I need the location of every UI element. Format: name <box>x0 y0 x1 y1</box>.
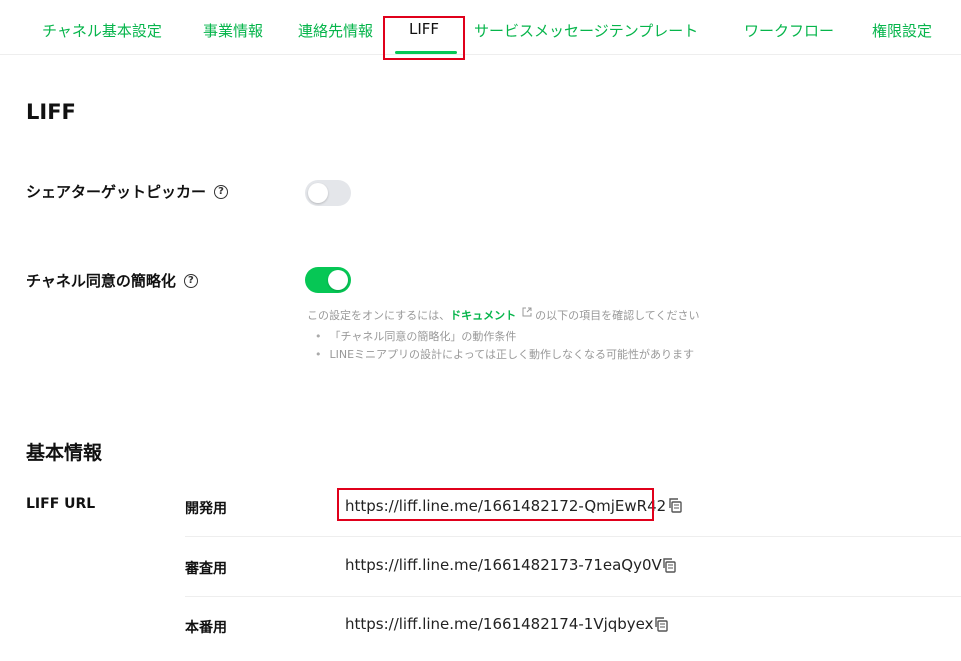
channel-consent-text: チャネル同意の簡略化 <box>26 272 176 290</box>
hint-suffix: の以下の項目を確認してください <box>535 309 700 322</box>
review-url: https://liff.line.me/1661482173-71eaQy0V <box>345 556 662 574</box>
tab-bar: チャネル基本設定 事業情報 連絡先情報 LIFF サービスメッセージテンプレート… <box>0 0 961 55</box>
external-link-icon <box>522 307 532 317</box>
tab-contact-info[interactable]: 連絡先情報 <box>298 20 373 41</box>
tab-service-message-template[interactable]: サービスメッセージテンプレート <box>474 20 698 41</box>
active-tab-indicator <box>395 51 457 54</box>
help-icon[interactable]: ? <box>183 273 198 288</box>
production-url: https://liff.line.me/1661482174-1Vjqbyex <box>345 615 654 633</box>
help-icon[interactable]: ? <box>214 184 229 199</box>
copy-icon[interactable] <box>667 497 683 513</box>
share-target-picker-label: シェアターゲットピッカー ? <box>26 181 229 202</box>
hint-list: 「チャネル同意の簡略化」の動作条件 LINEミニアプリの設計によっては正しく動作… <box>315 328 694 364</box>
url-row-production: 本番用 https://liff.line.me/1661482174-1Vjq… <box>185 597 961 656</box>
tab-workflow[interactable]: ワークフロー <box>744 20 834 41</box>
hint-item: LINEミニアプリの設計によっては正しく動作しなくなる可能性があります <box>315 346 694 364</box>
copy-icon[interactable] <box>661 557 677 573</box>
hint-prefix: この設定をオンにするには、 <box>307 309 451 322</box>
tab-liff[interactable]: LIFF <box>409 20 439 38</box>
basic-info-title: 基本情報 <box>26 442 103 464</box>
tab-channel-basic-settings[interactable]: チャネル基本設定 <box>42 20 162 41</box>
url-row-review: 審査用 https://liff.line.me/1661482173-71ea… <box>185 538 961 597</box>
copy-icon[interactable] <box>653 616 669 632</box>
row-label: 本番用 <box>185 620 227 636</box>
toggle-knob <box>328 270 348 290</box>
url-row-development: 開発用 https://liff.line.me/1661482172-QmjE… <box>185 478 961 537</box>
row-label: 開発用 <box>185 501 227 517</box>
hint-item: 「チャネル同意の簡略化」の動作条件 <box>315 328 694 346</box>
tab-business-info[interactable]: 事業情報 <box>203 20 263 41</box>
share-target-picker-text: シェアターゲットピッカー <box>26 183 207 201</box>
document-link[interactable]: ドキュメント <box>450 309 516 322</box>
channel-consent-hint: この設定をオンにするには、ドキュメント の以下の項目を確認してください <box>307 307 699 323</box>
development-url: https://liff.line.me/1661482172-QmjEwR42 <box>345 497 667 515</box>
toggle-knob <box>308 183 328 203</box>
channel-consent-toggle[interactable] <box>305 267 351 293</box>
tab-permission-settings[interactable]: 権限設定 <box>872 20 932 41</box>
channel-consent-label: チャネル同意の簡略化 ? <box>26 270 198 291</box>
row-label: 審査用 <box>185 561 227 577</box>
page-title: LIFF <box>26 100 76 124</box>
liff-url-label: LIFF URL <box>26 496 96 512</box>
share-target-picker-toggle[interactable] <box>305 180 351 206</box>
